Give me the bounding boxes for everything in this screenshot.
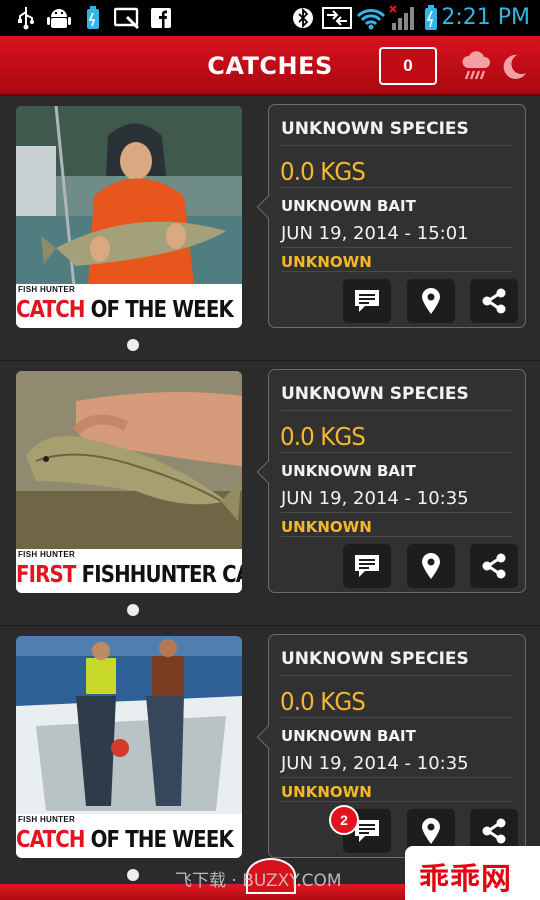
location-button[interactable] — [407, 279, 455, 323]
battery-saver-icon — [84, 6, 102, 30]
battery-charging-icon — [422, 5, 440, 30]
bluetooth-icon — [292, 6, 314, 30]
status-bar: 2:21 PM — [0, 0, 540, 36]
divider — [281, 675, 513, 676]
divider — [281, 777, 513, 778]
photo-banner: FISH HUNTER CATCH OF THE WEEK — [16, 284, 242, 328]
species-label: UNKNOWN SPECIES — [281, 384, 469, 404]
page-title: CATCHES — [207, 52, 333, 80]
species-label: UNKNOWN SPECIES — [281, 119, 469, 139]
divider — [281, 536, 513, 537]
location-label: UNKNOWN — [281, 518, 372, 536]
share-button[interactable] — [470, 544, 518, 588]
photo-banner: FISH HUNTER FIRST FISHHUNTER CATCH — [16, 549, 242, 593]
fish-hunter-logo: FISH HUNTER — [18, 285, 76, 294]
bait-label: UNKNOWN BAIT — [281, 197, 416, 215]
catch-photo[interactable]: FISH HUNTER FIRST FISHHUNTER CATCH — [16, 371, 242, 593]
comment-button[interactable] — [343, 544, 391, 588]
comment-button[interactable] — [343, 279, 391, 323]
date-time: JUN 19, 2014 - 15:01 — [281, 223, 469, 244]
map-pin-icon — [422, 818, 440, 844]
catch-details-card: UNKNOWN SPECIES 0.0 KGS UNKNOWN BAIT JUN… — [256, 369, 526, 593]
divider — [281, 717, 513, 718]
usb-icon — [14, 6, 38, 30]
catch-details-card: UNKNOWN SPECIES 0.0 KGS UNKNOWN BAIT JUN… — [256, 104, 526, 328]
date-time: JUN 19, 2014 - 10:35 — [281, 753, 469, 774]
clock: 2:21 PM — [441, 5, 530, 30]
wifi-icon — [356, 6, 386, 30]
rain-cloud-icon[interactable] — [461, 50, 491, 82]
catch-row[interactable]: FISH HUNTER FIRST FISHHUNTER CATCH UNKNO… — [0, 361, 540, 626]
signal-icon — [388, 5, 418, 30]
bait-label: UNKNOWN BAIT — [281, 727, 416, 745]
catch-list[interactable]: FISH HUNTER CATCH OF THE WEEK UNKNOWN SP… — [0, 96, 540, 900]
location-button[interactable] — [407, 544, 455, 588]
watermark: 飞下载 · BUZXY.COM — [175, 871, 342, 891]
screen-cast-icon — [114, 6, 140, 30]
divider — [281, 187, 513, 188]
share-icon — [482, 288, 506, 314]
corner-brand-text: 乖乖网 — [419, 862, 512, 897]
divider — [281, 247, 513, 248]
location-label: UNKNOWN — [281, 783, 372, 801]
divider — [281, 271, 513, 272]
catch-row[interactable]: FISH HUNTER CATCH OF THE WEEK UNKNOWN SP… — [0, 96, 540, 361]
location-label: UNKNOWN — [281, 253, 372, 271]
divider — [281, 145, 513, 146]
divider — [281, 452, 513, 453]
fish-hunter-logo: FISH HUNTER — [18, 550, 76, 559]
android-icon — [46, 6, 72, 30]
corner-brand-watermark: 乖乖网 — [405, 846, 540, 900]
app-header: CATCHES 0 — [0, 36, 540, 96]
catch-details-card: UNKNOWN SPECIES 0.0 KGS UNKNOWN BAIT JUN… — [256, 634, 526, 858]
page-indicator-dot — [127, 604, 139, 616]
share-button[interactable] — [470, 279, 518, 323]
catch-photo[interactable]: FISH HUNTER CATCH OF THE WEEK — [16, 106, 242, 328]
map-pin-icon — [422, 288, 440, 314]
comment-count-badge: 2 — [329, 805, 359, 835]
fish-hunter-logo: FISH HUNTER — [18, 815, 76, 824]
photo-banner: FISH HUNTER CATCH OF THE WEEK — [16, 814, 242, 858]
bait-label: UNKNOWN BAIT — [281, 462, 416, 480]
share-icon — [482, 553, 506, 579]
page-indicator-dot — [127, 339, 139, 351]
weight-value: 0.0 KGS — [280, 422, 366, 451]
divider — [281, 512, 513, 513]
divider — [281, 801, 513, 802]
photo-caption: CATCH OF THE WEEK — [16, 827, 234, 853]
page-indicator-dot — [127, 869, 139, 881]
divider — [281, 410, 513, 411]
comment-button[interactable]: 2 — [329, 805, 391, 853]
data-transfer-icon — [322, 6, 352, 30]
photo-caption: CATCH OF THE WEEK — [16, 297, 234, 323]
weight-value: 0.0 KGS — [280, 157, 366, 186]
photo-caption: FIRST FISHHUNTER CATCH — [16, 562, 242, 588]
catch-photo[interactable]: FISH HUNTER CATCH OF THE WEEK — [16, 636, 242, 858]
date-time: JUN 19, 2014 - 10:35 — [281, 488, 469, 509]
species-label: UNKNOWN SPECIES — [281, 649, 469, 669]
moon-icon[interactable] — [500, 53, 528, 81]
weight-value: 0.0 KGS — [280, 687, 366, 716]
facebook-icon — [150, 6, 172, 30]
comment-icon — [355, 290, 379, 312]
comment-icon — [355, 555, 379, 577]
share-icon — [482, 818, 506, 844]
map-pin-icon — [422, 553, 440, 579]
catch-count-button[interactable]: 0 — [379, 47, 437, 85]
